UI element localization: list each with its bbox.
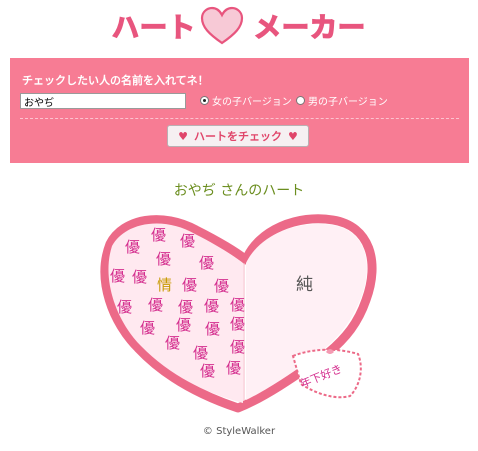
kanji-char: 優	[151, 226, 167, 244]
heart-icon: ♥	[288, 129, 298, 143]
logo-text-left: ハート	[111, 12, 196, 45]
result-title: おやぢ さんのハート	[173, 183, 305, 199]
kanji-char: 優	[125, 238, 141, 256]
radio-male-version[interactable]: 男の子バージョン	[296, 93, 388, 108]
copyright-symbol: ©	[202, 426, 213, 437]
kanji-char: 優	[182, 276, 198, 294]
radio-male-label: 男の子バージョン	[308, 97, 388, 108]
kanji-char: 優	[199, 254, 215, 272]
logo: ハート メーカー	[0, 0, 478, 48]
logo-text-right: メーカー	[253, 12, 366, 45]
radio-female-version[interactable]: 女の子バージョン	[200, 93, 292, 108]
kanji-char: 優	[180, 232, 196, 250]
kanji-char: 優	[226, 359, 242, 377]
kanji-char: 優	[230, 315, 246, 333]
copyright: © StyleWalker	[0, 426, 478, 437]
check-heart-label: ハートをチェック	[194, 130, 282, 143]
check-heart-button[interactable]: ♥ ハートをチェック ♥	[167, 125, 309, 147]
kanji-char: 優	[230, 296, 246, 314]
radio-dot-selected[interactable]	[200, 96, 209, 105]
radio-female-label: 女の子バージョン	[212, 97, 292, 108]
kanji-char: 優	[110, 267, 126, 285]
kanji-char: 優	[230, 338, 246, 356]
kanji-char: 優	[204, 297, 220, 315]
heart-icon: ♥	[178, 129, 188, 143]
kanji-char: 優	[132, 268, 148, 286]
radio-dot[interactable]	[296, 96, 305, 105]
kanji-char: 優	[214, 277, 230, 295]
kanji-char: 優	[200, 362, 216, 380]
kanji-char: 優	[165, 334, 181, 352]
form-prompt: チェックしたい人の名前を入れてネ！	[22, 74, 209, 87]
kanji-char: 優	[117, 298, 133, 316]
copyright-text: StyleWalker	[216, 426, 276, 437]
kanji-char: 優	[205, 320, 221, 338]
kanji-char: 情	[157, 276, 173, 294]
heart-logo-icon	[200, 6, 244, 45]
divider	[20, 118, 459, 119]
name-form-panel: チェックしたい人の名前を入れてネ！ 女の子バージョン 男の子バージョン ♥ ハー…	[10, 58, 469, 163]
kanji-char: 優	[148, 296, 164, 314]
kanji-char: 優	[156, 250, 172, 268]
name-input[interactable]	[20, 93, 186, 109]
right-kanji: 純	[296, 275, 313, 295]
kanji-char: 優	[140, 319, 156, 337]
